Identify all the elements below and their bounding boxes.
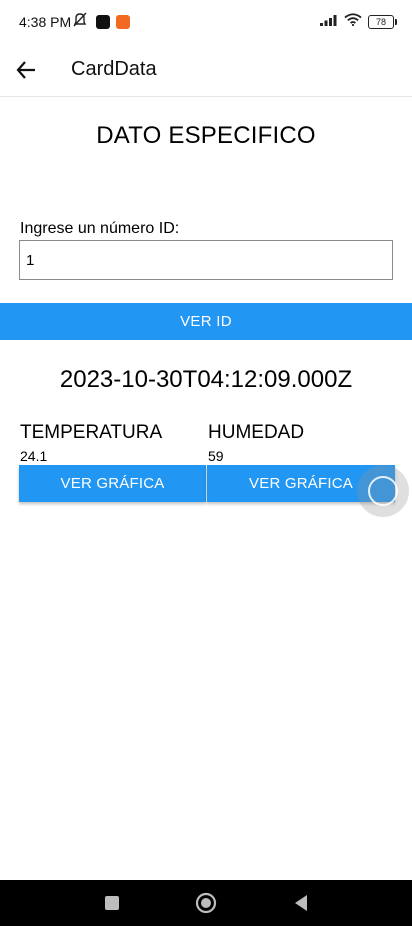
id-input[interactable]: [19, 240, 393, 280]
recents-button[interactable]: [101, 892, 123, 914]
humidity-value: 59: [208, 448, 224, 464]
back-nav-button[interactable]: [290, 892, 312, 914]
app-bar: CardData: [0, 44, 412, 97]
temperature-graph-button[interactable]: VER GRÁFICA: [19, 465, 206, 502]
home-button[interactable]: [195, 892, 217, 914]
status-system-icons: 78: [320, 13, 397, 31]
arrow-left-icon: [16, 61, 35, 79]
back-triangle-icon: [295, 895, 307, 911]
recents-square-icon: [105, 896, 119, 910]
app-title: CardData: [71, 58, 157, 80]
status-bar: 4:38 PM 78: [0, 0, 412, 44]
temperature-label: TEMPERATURA: [20, 422, 163, 443]
record-timestamp: 2023-10-30T04:12:09.000Z: [59, 366, 353, 393]
wifi-icon: [344, 13, 362, 31]
page-title: DATO ESPECIFICO: [96, 122, 316, 149]
signal-icon: [320, 13, 338, 31]
system-nav-bar: [0, 880, 412, 926]
temperature-value: 24.1: [20, 448, 48, 464]
back-button[interactable]: [12, 56, 40, 84]
status-notification-icons: [72, 12, 130, 33]
touch-indicator: [357, 465, 409, 517]
humidity-label: HUMEDAD: [208, 422, 305, 443]
id-field-label: Ingrese un número ID:: [20, 220, 180, 237]
ver-id-button[interactable]: VER ID: [0, 303, 412, 340]
home-circle-icon: [195, 892, 217, 914]
status-time: 4:38 PM: [19, 14, 72, 30]
mute-icon: [72, 12, 90, 33]
app-notification-icon: [96, 15, 110, 29]
record-notification-icon: [116, 15, 130, 29]
battery-icon: 78: [368, 15, 397, 29]
